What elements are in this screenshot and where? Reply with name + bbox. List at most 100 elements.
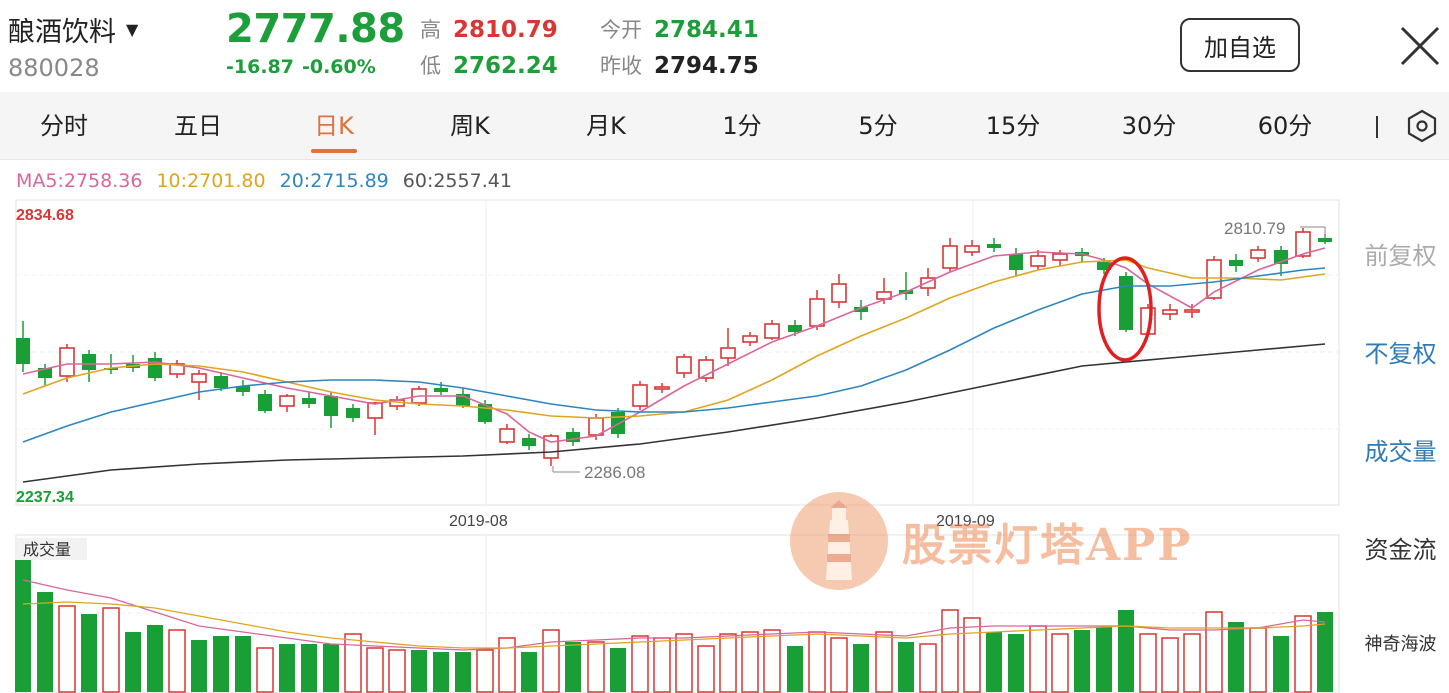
volume-bar[interactable] <box>125 632 141 692</box>
candle[interactable] <box>720 347 736 359</box>
volume-bar[interactable] <box>476 649 494 693</box>
volume-bar[interactable] <box>986 632 1002 692</box>
candle[interactable] <box>346 408 360 418</box>
volume-bar[interactable] <box>213 636 229 692</box>
volume-bar[interactable] <box>455 652 471 692</box>
candle[interactable] <box>831 283 847 303</box>
volume-bar[interactable] <box>787 646 803 692</box>
tab-five-day[interactable]: 五日 <box>170 106 226 141</box>
fq-before-option[interactable]: 前复权 <box>1352 236 1449 271</box>
volume-bar[interactable] <box>675 633 693 693</box>
volume-bar[interactable] <box>1118 610 1134 692</box>
volume-bar[interactable] <box>58 605 76 693</box>
tab-intraday[interactable]: 分时 <box>36 106 92 141</box>
volume-bar[interactable] <box>256 647 274 693</box>
candle[interactable] <box>258 394 272 411</box>
volume-bar[interactable] <box>1249 627 1267 693</box>
candle[interactable] <box>764 323 780 339</box>
candle[interactable] <box>148 358 162 378</box>
volume-bar[interactable] <box>1205 611 1223 693</box>
volume-bar[interactable] <box>1273 636 1289 692</box>
settings-icon[interactable] <box>1404 108 1440 144</box>
fund-flow-option[interactable]: 资金流 <box>1352 530 1449 565</box>
candle[interactable] <box>987 244 1001 248</box>
volume-bar[interactable] <box>433 652 449 692</box>
volume-bar[interactable] <box>521 652 537 692</box>
volume-bar[interactable] <box>81 614 97 692</box>
volume-bar[interactable] <box>191 640 207 692</box>
volume-bar[interactable] <box>610 648 626 692</box>
candle[interactable] <box>367 402 383 419</box>
candle[interactable] <box>809 298 825 327</box>
volume-bar[interactable] <box>1139 633 1157 693</box>
candle[interactable] <box>214 376 228 388</box>
volume-bar[interactable] <box>301 644 317 692</box>
volume-bar[interactable] <box>411 650 427 692</box>
volume-bar[interactable] <box>853 644 869 692</box>
candle[interactable] <box>1229 260 1243 266</box>
candle[interactable] <box>676 356 692 374</box>
volume-bar[interactable] <box>719 633 737 693</box>
candle[interactable] <box>1318 238 1332 242</box>
candle[interactable] <box>742 335 758 343</box>
volume-bar[interactable] <box>1008 634 1024 692</box>
candle[interactable] <box>788 325 802 332</box>
candle[interactable] <box>964 245 980 253</box>
kline-chart[interactable]: 2834.68 2237.34 2019-08 2019-09 成交量 2810… <box>0 160 1350 693</box>
candle[interactable] <box>82 354 96 370</box>
volume-bar[interactable] <box>941 609 959 693</box>
candle[interactable] <box>59 347 75 377</box>
volume-bar[interactable] <box>653 637 671 693</box>
volume-bar[interactable] <box>323 644 339 692</box>
volume-bar[interactable] <box>147 625 163 692</box>
volume-bar[interactable] <box>875 631 893 693</box>
volume-bar[interactable] <box>763 629 781 693</box>
magic-wave-option[interactable]: 神奇海波 <box>1352 630 1449 656</box>
volume-bar[interactable] <box>587 641 605 693</box>
volume-bar[interactable] <box>1029 625 1047 693</box>
fq-none-option[interactable]: 不复权 <box>1352 334 1449 369</box>
volume-bar[interactable] <box>279 644 295 692</box>
candle[interactable] <box>16 338 30 364</box>
candle[interactable] <box>522 438 536 446</box>
volume-bar[interactable] <box>344 633 362 693</box>
candle[interactable] <box>611 412 625 434</box>
volume-bar[interactable] <box>565 642 581 692</box>
volume-option[interactable]: 成交量 <box>1352 432 1449 467</box>
tab-30min[interactable]: 30分 <box>1116 106 1182 141</box>
close-icon[interactable] <box>1398 24 1442 68</box>
tab-5min[interactable]: 5分 <box>850 106 906 141</box>
tab-60min[interactable]: 60分 <box>1252 106 1318 141</box>
tab-monthly-k[interactable]: 月K <box>578 106 634 141</box>
tab-1min[interactable]: 1分 <box>714 106 770 141</box>
volume-bar[interactable] <box>808 631 826 693</box>
candle[interactable] <box>632 384 648 407</box>
volume-bar[interactable] <box>37 592 53 692</box>
tab-daily-k[interactable]: 日K <box>306 106 362 153</box>
volume-bar[interactable] <box>1051 633 1069 693</box>
candle[interactable] <box>434 388 448 392</box>
candle[interactable] <box>499 428 515 443</box>
volume-bar[interactable] <box>235 636 251 692</box>
volume-bar[interactable] <box>15 560 31 692</box>
candle[interactable] <box>1009 254 1023 270</box>
volume-bar[interactable] <box>1228 622 1244 692</box>
volume-bar[interactable] <box>1294 615 1312 693</box>
volume-bar[interactable] <box>741 631 759 693</box>
volume-bar[interactable] <box>1183 633 1201 693</box>
volume-bar[interactable] <box>697 645 715 693</box>
candle[interactable] <box>191 373 207 383</box>
candle[interactable] <box>1030 255 1046 267</box>
volume-bar[interactable] <box>963 617 981 693</box>
volume-bar[interactable] <box>1161 637 1179 693</box>
candle[interactable] <box>1162 309 1178 315</box>
candle[interactable] <box>942 245 958 269</box>
stock-name-selector[interactable]: 酿酒饮料 ▼ <box>8 10 138 49</box>
candle[interactable] <box>1184 309 1200 313</box>
volume-bar[interactable] <box>919 643 937 693</box>
candle[interactable] <box>1250 249 1266 259</box>
volume-bar[interactable] <box>498 637 516 693</box>
tab-15min[interactable]: 15分 <box>980 106 1046 141</box>
volume-bar[interactable] <box>168 629 186 693</box>
candle[interactable] <box>279 395 295 407</box>
